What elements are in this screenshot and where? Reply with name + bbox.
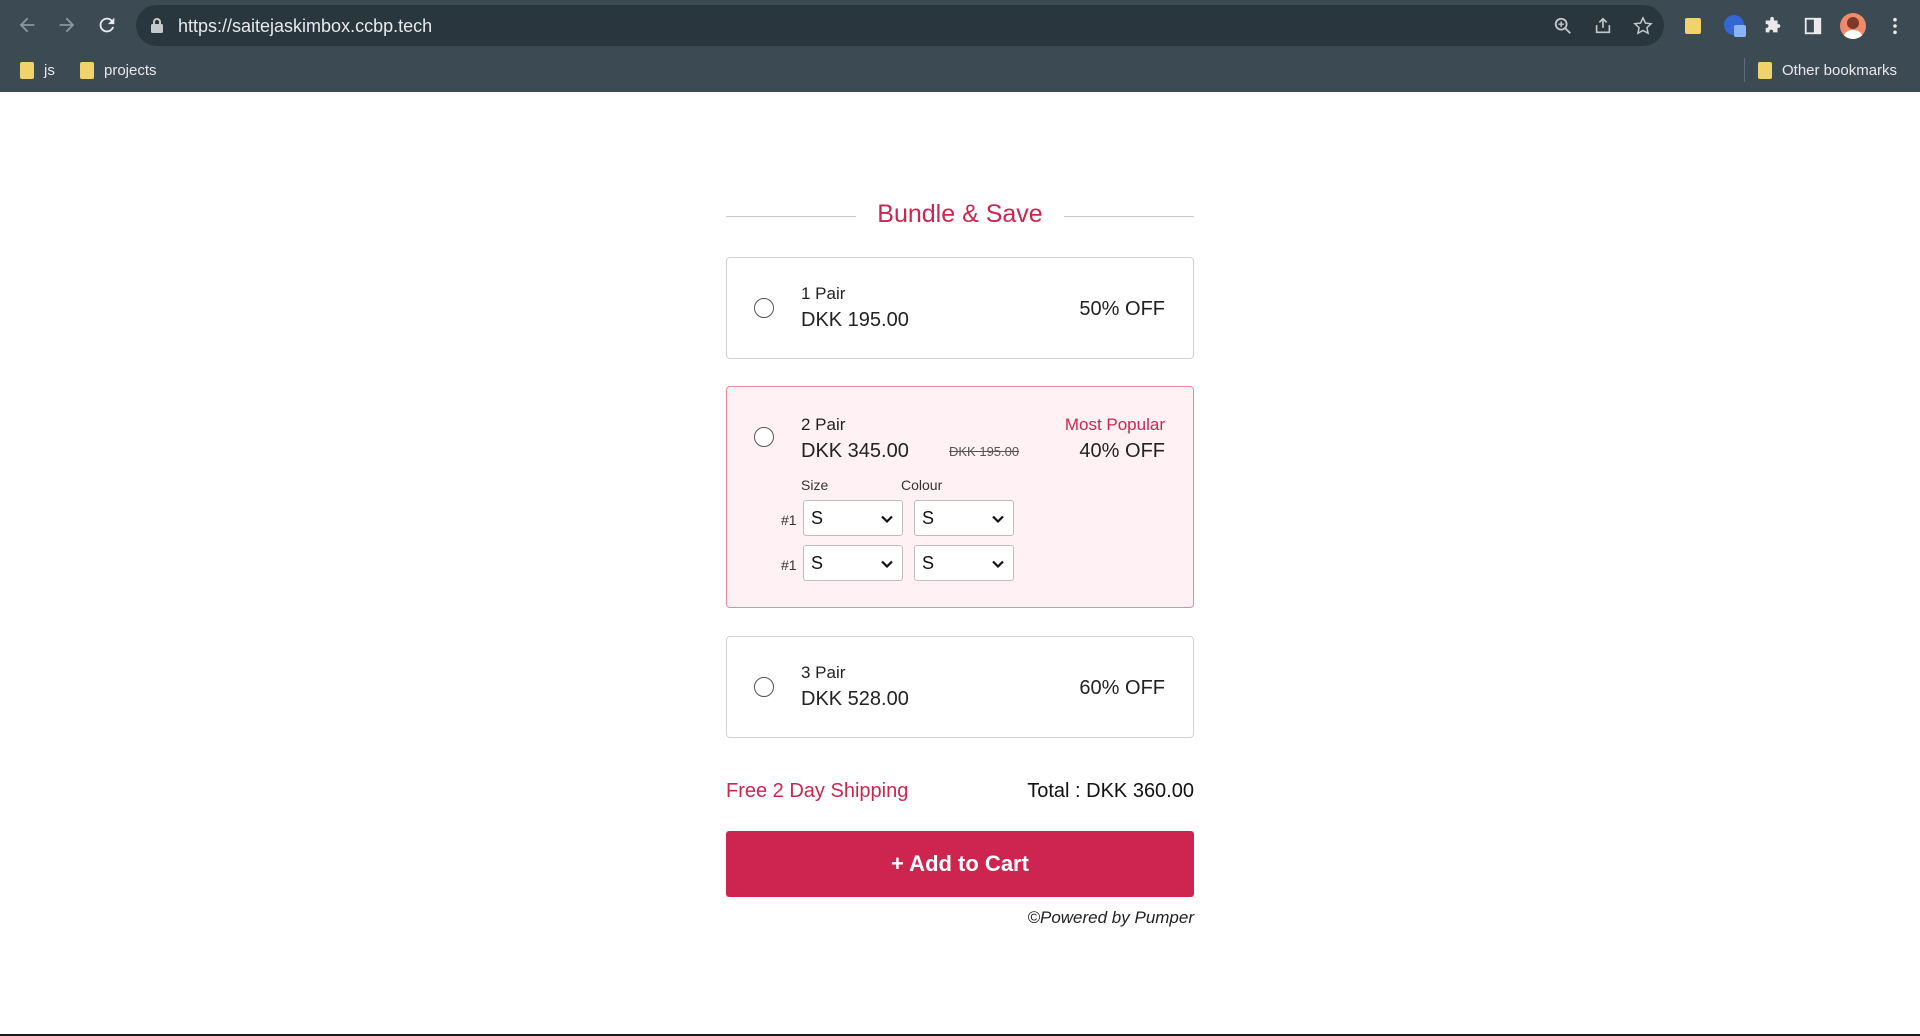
folder-icon <box>80 61 94 79</box>
bookmark-label: js <box>44 61 55 79</box>
chevron-down-icon <box>881 515 893 524</box>
chevron-down-icon <box>881 560 893 569</box>
original-price: DKK 195.00 <box>949 444 1020 459</box>
bundle-option-2[interactable]: 2 Pair DKK 345.00 DKK 195.00 Most Popula… <box>726 386 1194 608</box>
radio-3-pair[interactable] <box>754 677 774 697</box>
discount-label: 50% OFF <box>1079 298 1165 320</box>
page-title: Bundle & Save <box>877 200 1043 228</box>
row-number: #1 <box>781 512 797 528</box>
zoom-icon[interactable] <box>1552 15 1574 37</box>
bookmark-projects[interactable]: projects <box>80 58 157 82</box>
powered-by-label: ©Powered by Pumper <box>1027 908 1194 927</box>
add-to-cart-button[interactable]: + Add to Cart <box>726 831 1194 897</box>
select-value: S <box>811 508 824 528</box>
chevron-down-icon <box>992 560 1004 569</box>
bundle-heading: Bundle & Save <box>726 196 1194 236</box>
size-select-1[interactable]: S <box>803 500 903 536</box>
url-text[interactable]: https://saitejaskimbox.ccbp.tech <box>178 16 432 37</box>
colour-select-2[interactable]: S <box>914 545 1014 581</box>
side-panel-icon[interactable] <box>1800 13 1826 39</box>
star-icon[interactable] <box>1632 15 1654 37</box>
pair-label: 3 Pair <box>801 663 846 682</box>
folder-icon <box>1758 61 1772 79</box>
bundle-option-1[interactable]: 1 Pair DKK 195.00 50% OFF <box>726 257 1194 359</box>
browser-chrome: https://saitejaskimbox.ccbp.tech js proj… <box>0 0 1920 92</box>
reload-icon[interactable] <box>92 10 122 40</box>
address-bar[interactable]: https://saitejaskimbox.ccbp.tech <box>136 5 1664 46</box>
total-price: Total : DKK 360.00 <box>1027 780 1194 802</box>
colour-header: Colour <box>901 477 943 493</box>
radio-2-pair[interactable] <box>754 427 774 447</box>
bookmarks-divider <box>1744 58 1745 82</box>
bookmarks-bar: js projects Other bookmarks <box>0 56 1920 86</box>
shipping-label: Free 2 Day Shipping <box>726 780 909 802</box>
select-value: S <box>922 508 935 528</box>
browser-toolbar: https://saitejaskimbox.ccbp.tech <box>0 0 1920 50</box>
bookmark-js[interactable]: js <box>20 58 55 82</box>
share-icon[interactable] <box>1592 15 1614 37</box>
discount-label: 60% OFF <box>1079 677 1165 699</box>
select-value: S <box>811 553 824 573</box>
most-popular-badge: Most Popular <box>1064 415 1165 434</box>
row-number: #1 <box>781 557 797 573</box>
extension-note-icon[interactable] <box>1680 13 1706 39</box>
menu-icon[interactable] <box>1882 13 1908 39</box>
avatar[interactable] <box>1840 13 1866 39</box>
forward-icon[interactable] <box>52 10 82 40</box>
other-bookmarks-label: Other bookmarks <box>1782 61 1898 79</box>
radio-1-pair[interactable] <box>754 298 774 318</box>
select-value: S <box>922 553 935 573</box>
lock-icon[interactable] <box>150 17 164 33</box>
back-icon[interactable] <box>12 10 42 40</box>
puzzle-icon[interactable] <box>1760 13 1786 39</box>
bookmark-label: projects <box>104 61 157 79</box>
discount-label: 40% OFF <box>1079 440 1165 462</box>
colour-select-1[interactable]: S <box>914 500 1014 536</box>
price: DKK 195.00 <box>801 309 909 331</box>
extension-app-icon[interactable] <box>1722 13 1748 39</box>
price: DKK 345.00 <box>801 440 909 462</box>
chevron-down-icon <box>992 515 1004 524</box>
page-content: Bundle & Save 1 Pair DKK 195.00 50% OFF … <box>0 92 1920 1036</box>
size-header: Size <box>801 477 829 493</box>
folder-icon <box>20 61 34 79</box>
pair-label: 1 Pair <box>801 284 846 303</box>
other-bookmarks[interactable]: Other bookmarks <box>1758 58 1897 82</box>
size-select-2[interactable]: S <box>803 545 903 581</box>
price: DKK 528.00 <box>801 688 909 710</box>
pair-label: 2 Pair <box>801 415 846 434</box>
bundle-option-3[interactable]: 3 Pair DKK 528.00 60% OFF <box>726 636 1194 738</box>
